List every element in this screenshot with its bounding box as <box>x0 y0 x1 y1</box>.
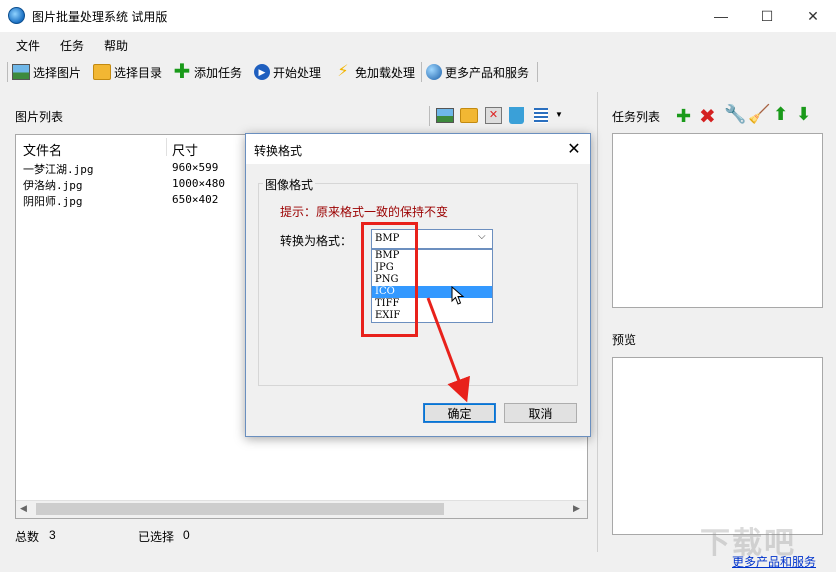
image-icon <box>12 64 30 80</box>
more-products-button[interactable]: 更多产品和服务 <box>426 61 529 83</box>
add-folder-icon[interactable] <box>460 108 478 123</box>
column-header-filename[interactable]: 文件名 <box>23 140 62 159</box>
no-load-processing-label: 免加载处理 <box>355 65 416 80</box>
move-down-icon[interactable]: ⬇ <box>796 104 811 125</box>
wrench-icon[interactable]: 🔧 <box>724 104 746 125</box>
image-list-title: 图片列表 <box>15 110 64 124</box>
column-header-size[interactable]: 尺寸 <box>172 140 198 159</box>
toolbar-grip <box>7 62 8 82</box>
file-name[interactable]: 伊洛纳.jpg <box>23 177 83 193</box>
column-divider <box>166 138 167 156</box>
preview-title: 预览 <box>612 333 637 347</box>
convert-format-label: 转换为格式： <box>280 234 353 248</box>
list-view-icon[interactable] <box>534 108 548 123</box>
chevron-down-icon[interactable]: ⌵ <box>478 231 486 242</box>
add-task-label: 添加任务 <box>194 65 243 80</box>
menu-file[interactable]: 文件 <box>16 37 40 54</box>
folder-icon <box>93 64 111 80</box>
file-size: 650×402 <box>172 193 219 206</box>
lightning-icon: ⚡ <box>337 63 349 80</box>
window-title: 图片批量处理系统 试用版 <box>32 10 168 24</box>
menu-task[interactable]: 任务 <box>60 37 84 54</box>
remove-image-icon[interactable]: ✕ <box>485 107 502 124</box>
plus-icon: ✚ <box>173 61 191 83</box>
task-list-title: 任务列表 <box>612 110 661 124</box>
annotation-highlight-box <box>361 222 418 337</box>
view-dropdown-icon[interactable]: ▼ <box>555 110 563 119</box>
scroll-left-icon[interactable]: ◀ <box>20 503 27 514</box>
no-load-processing-button[interactable]: ⚡ 免加载处理 <box>334 61 415 83</box>
menu-help[interactable]: 帮助 <box>104 37 128 54</box>
ok-button[interactable]: 确定 <box>423 403 496 423</box>
close-button[interactable]: ✕ <box>790 0 836 32</box>
scroll-right-icon[interactable]: ▶ <box>573 503 580 514</box>
minimize-button[interactable]: — <box>698 0 744 32</box>
toolbar-separator <box>421 62 422 82</box>
select-images-label: 选择图片 <box>33 65 82 80</box>
dialog-title: 转换格式 <box>254 144 303 158</box>
task-list[interactable] <box>612 133 823 308</box>
maximize-button[interactable]: ☐ <box>744 0 790 32</box>
start-processing-button[interactable]: ▶ 开始处理 <box>254 61 321 83</box>
globe-icon <box>426 64 442 80</box>
hint-text: 提示：原来格式一致的保持不变 <box>280 205 449 219</box>
file-name[interactable]: 一梦江湖.jpg <box>23 161 94 177</box>
toolbar-separator <box>537 62 538 82</box>
panel-divider[interactable] <box>597 92 598 552</box>
group-title: 图像格式 <box>263 176 316 193</box>
total-label: 总数 <box>15 530 40 544</box>
list-toolbar-grip <box>429 106 430 126</box>
mouse-cursor-icon <box>451 286 465 305</box>
app-icon <box>8 7 25 24</box>
add-task-button[interactable]: ✚ 添加任务 <box>173 61 242 83</box>
add-task-icon[interactable]: ✚ <box>676 106 691 127</box>
watermark-logo: 下载吧 <box>700 527 796 560</box>
delete-task-icon[interactable]: ✖ <box>699 104 716 129</box>
move-up-icon[interactable]: ⬆ <box>773 104 788 125</box>
start-processing-label: 开始处理 <box>273 65 322 80</box>
cancel-button[interactable]: 取消 <box>504 403 577 423</box>
play-icon: ▶ <box>254 64 270 80</box>
dialog-close-icon[interactable]: ✕ <box>560 138 588 160</box>
selected-count: 0 <box>183 528 190 542</box>
clear-list-icon[interactable] <box>509 107 524 124</box>
file-size: 960×599 <box>172 161 219 174</box>
add-image-icon[interactable] <box>436 108 454 123</box>
preview-area <box>612 357 823 535</box>
file-size: 1000×480 <box>172 177 225 190</box>
select-folder-button[interactable]: 选择目录 <box>93 61 162 83</box>
select-folder-label: 选择目录 <box>114 65 163 80</box>
more-products-label: 更多产品和服务 <box>445 65 530 80</box>
file-name[interactable]: 阴阳师.jpg <box>23 193 83 209</box>
scrollbar-thumb[interactable] <box>36 503 444 515</box>
selected-label: 已选择 <box>138 530 175 544</box>
broom-icon[interactable]: 🧹 <box>748 104 770 125</box>
select-images-button[interactable]: 选择图片 <box>12 61 81 83</box>
total-count: 3 <box>49 528 56 542</box>
